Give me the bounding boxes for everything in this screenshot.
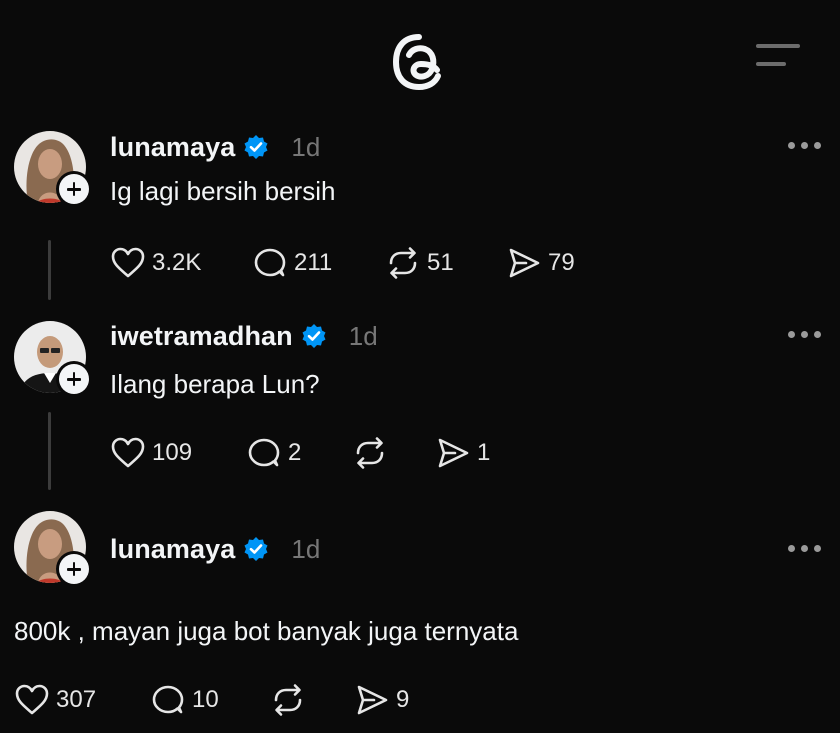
repost-icon xyxy=(274,684,302,716)
like-count: 109 xyxy=(152,439,193,466)
repost-button[interactable] xyxy=(270,682,312,718)
thread-connector-line xyxy=(48,240,51,300)
heart-icon xyxy=(111,437,145,468)
username[interactable]: iwetramadhan xyxy=(110,321,293,352)
post-text: 800k , mayan juga bot banyak juga ternya… xyxy=(14,616,519,646)
share-count: 9 xyxy=(396,686,410,713)
follow-plus-button[interactable] xyxy=(56,171,92,207)
repost-button[interactable] xyxy=(352,435,394,471)
username[interactable]: lunamaya xyxy=(110,534,235,565)
heart-icon xyxy=(15,684,49,715)
like-button[interactable]: 109 xyxy=(110,435,192,471)
threads-logo-icon[interactable] xyxy=(390,33,448,91)
reply-count: 211 xyxy=(294,249,333,276)
like-button[interactable]: 3.2K xyxy=(110,245,201,281)
post-text: Ig lagi bersih bersih xyxy=(110,176,336,206)
verified-badge-icon xyxy=(244,135,268,159)
like-count: 307 xyxy=(56,686,97,713)
share-count: 1 xyxy=(477,439,491,466)
follow-plus-button[interactable] xyxy=(56,551,92,587)
reply-button[interactable]: 10 xyxy=(150,682,219,718)
repost-icon xyxy=(389,247,417,279)
post-header: lunamaya 1d xyxy=(110,531,320,567)
share-button[interactable]: 9 xyxy=(354,682,409,718)
reply-button[interactable]: 2 xyxy=(246,435,301,471)
share-button[interactable]: 79 xyxy=(506,245,575,281)
send-icon xyxy=(357,685,388,715)
share-button[interactable]: 1 xyxy=(435,435,490,471)
comment-icon xyxy=(254,248,286,277)
more-options-icon[interactable] xyxy=(788,142,824,152)
post-header: iwetramadhan 1d xyxy=(110,318,378,354)
repost-count: 51 xyxy=(427,249,454,276)
more-options-icon[interactable] xyxy=(788,331,824,341)
comment-icon xyxy=(248,438,280,467)
post-time: 1d xyxy=(291,533,321,564)
threads-screen: lunamaya 1d Ig lagi bersih bersih 3.2K 2… xyxy=(0,0,840,733)
post-time: 1d xyxy=(348,320,378,351)
avatar-wrap xyxy=(14,321,92,397)
post-time: 1d xyxy=(291,131,321,162)
hamburger-menu-icon[interactable] xyxy=(756,44,802,70)
verified-badge-icon xyxy=(244,537,268,561)
repost-button[interactable]: 51 xyxy=(385,245,454,281)
avatar-wrap xyxy=(14,131,92,207)
thread-connector-line xyxy=(48,412,51,490)
reply-button[interactable]: 211 xyxy=(252,245,332,281)
reply-count: 2 xyxy=(288,439,302,466)
comment-icon xyxy=(152,685,184,714)
send-icon xyxy=(509,248,540,278)
username[interactable]: lunamaya xyxy=(110,132,235,163)
like-button[interactable]: 307 xyxy=(14,682,96,718)
avatar-wrap xyxy=(14,511,92,587)
repost-icon xyxy=(356,437,384,469)
send-icon xyxy=(438,438,469,468)
verified-badge-icon xyxy=(302,324,326,348)
post-text: Ilang berapa Lun? xyxy=(110,369,320,399)
share-count: 79 xyxy=(548,249,575,276)
follow-plus-button[interactable] xyxy=(56,361,92,397)
reply-count: 10 xyxy=(192,686,219,713)
heart-icon xyxy=(111,247,145,278)
post-header: lunamaya 1d xyxy=(110,129,320,165)
like-count: 3.2K xyxy=(152,249,202,276)
more-options-icon[interactable] xyxy=(788,545,824,555)
